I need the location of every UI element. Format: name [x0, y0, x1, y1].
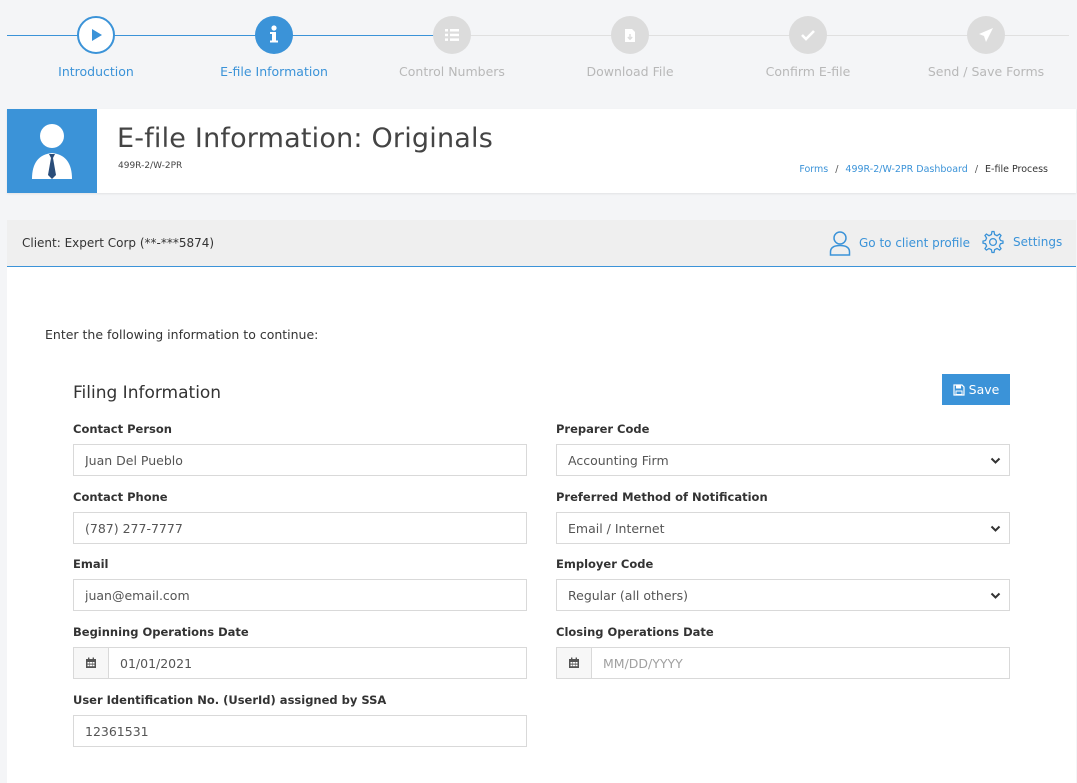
step-efile-information[interactable]: E-file Information	[185, 16, 363, 79]
floppy-disk-icon	[953, 383, 965, 396]
breadcrumb-forms[interactable]: Forms	[799, 164, 828, 175]
step-send-save-forms: Send / Save Forms	[897, 16, 1075, 79]
paper-plane-icon	[967, 16, 1005, 54]
go-to-client-profile-link[interactable]: Go to client profile	[829, 230, 970, 256]
preparer-code-field: Preparer Code Accounting Firm	[556, 422, 1010, 476]
avatar	[7, 109, 97, 193]
notification-method-select[interactable]: Email / Internet	[556, 512, 1010, 544]
notification-method-field: Preferred Method of Notification Email /…	[556, 490, 1010, 544]
settings-label: Settings	[1013, 235, 1063, 249]
go-to-client-profile-label: Go to client profile	[859, 236, 970, 250]
calendar-icon[interactable]	[557, 648, 592, 678]
client-label: Client: Expert Corp (**-***5874)	[22, 236, 215, 250]
step-confirm-efile: Confirm E-file	[719, 16, 897, 79]
email-field: Email	[73, 557, 527, 611]
step-download-file: Download File	[541, 16, 719, 79]
list-icon	[433, 16, 471, 54]
section-title: Filing Information	[73, 383, 222, 403]
contact-person-input[interactable]	[74, 452, 526, 468]
page-subtitle: 499R-2/W-2PR	[118, 161, 183, 171]
step-label: E-file Information	[220, 64, 328, 79]
page-title: E-file Information: Originals	[117, 123, 493, 154]
field-label: Preferred Method of Notification	[556, 490, 768, 504]
chevron-down-icon	[990, 592, 1001, 599]
step-label: Confirm E-file	[765, 64, 851, 79]
progress-stepper: Introduction E-file Information Control …	[0, 0, 1077, 100]
field-label: Preparer Code	[556, 422, 650, 436]
step-introduction[interactable]: Introduction	[7, 16, 185, 79]
user-silhouette-icon	[32, 124, 72, 179]
field-label: Employer Code	[556, 557, 654, 571]
select-value: Accounting Firm	[568, 452, 669, 468]
contact-person-field: Contact Person	[73, 422, 527, 476]
field-label: User Identification No. (UserId) assigne…	[73, 693, 387, 707]
field-label: Beginning Operations Date	[73, 625, 249, 639]
step-label: Send / Save Forms	[927, 64, 1045, 79]
settings-link[interactable]: Settings	[981, 230, 1062, 254]
step-control-numbers: Control Numbers	[363, 16, 541, 79]
contact-phone-input[interactable]	[74, 520, 526, 536]
client-bar: Client: Expert Corp (**-***5874) Go to c…	[7, 220, 1076, 267]
field-label: Email	[73, 557, 109, 571]
gear-icon	[982, 230, 1004, 254]
step-label: Control Numbers	[399, 64, 505, 79]
step-label: Introduction	[58, 64, 134, 79]
info-icon	[255, 16, 293, 54]
breadcrumb-dashboard[interactable]: 499R-2/W-2PR Dashboard	[845, 164, 967, 175]
preparer-code-select[interactable]: Accounting Firm	[556, 444, 1010, 476]
field-label: Contact Person	[73, 422, 172, 436]
save-button[interactable]: Save	[942, 374, 1010, 405]
breadcrumb: Forms/499R-2/W-2PR Dashboard / E-file Proc…	[799, 164, 1048, 175]
beginning-operations-date-field: Beginning Operations Date	[73, 625, 527, 679]
email-input[interactable]	[74, 587, 526, 603]
page-header: E-file Information: Originals 499R-2/W-2…	[7, 109, 1076, 193]
contact-phone-field: Contact Phone	[73, 490, 527, 544]
breadcrumb-current: E-file Process	[985, 164, 1048, 175]
chevron-down-icon	[990, 525, 1001, 532]
user-icon	[829, 231, 851, 256]
save-label: Save	[968, 382, 1000, 397]
employer-code-field: Employer Code Regular (all others)	[556, 557, 1010, 611]
field-label: Contact Phone	[73, 490, 168, 504]
step-label: Download File	[586, 64, 674, 79]
calendar-icon[interactable]	[74, 648, 109, 678]
main-content: Enter the following information to conti…	[7, 267, 1076, 783]
select-value: Email / Internet	[568, 520, 665, 536]
beginning-operations-date-input[interactable]	[109, 655, 526, 671]
user-id-field: User Identification No. (UserId) assigne…	[73, 693, 527, 747]
closing-operations-date-input[interactable]	[592, 655, 1009, 671]
select-value: Regular (all others)	[568, 587, 689, 603]
check-icon	[789, 16, 827, 54]
chevron-down-icon	[990, 457, 1001, 464]
play-icon	[77, 16, 115, 54]
download-file-icon	[611, 16, 649, 54]
employer-code-select[interactable]: Regular (all others)	[556, 579, 1010, 611]
closing-operations-date-field: Closing Operations Date	[556, 625, 1010, 679]
user-id-input[interactable]	[74, 723, 526, 739]
field-label: Closing Operations Date	[556, 625, 714, 639]
intro-text: Enter the following information to conti…	[45, 327, 319, 342]
